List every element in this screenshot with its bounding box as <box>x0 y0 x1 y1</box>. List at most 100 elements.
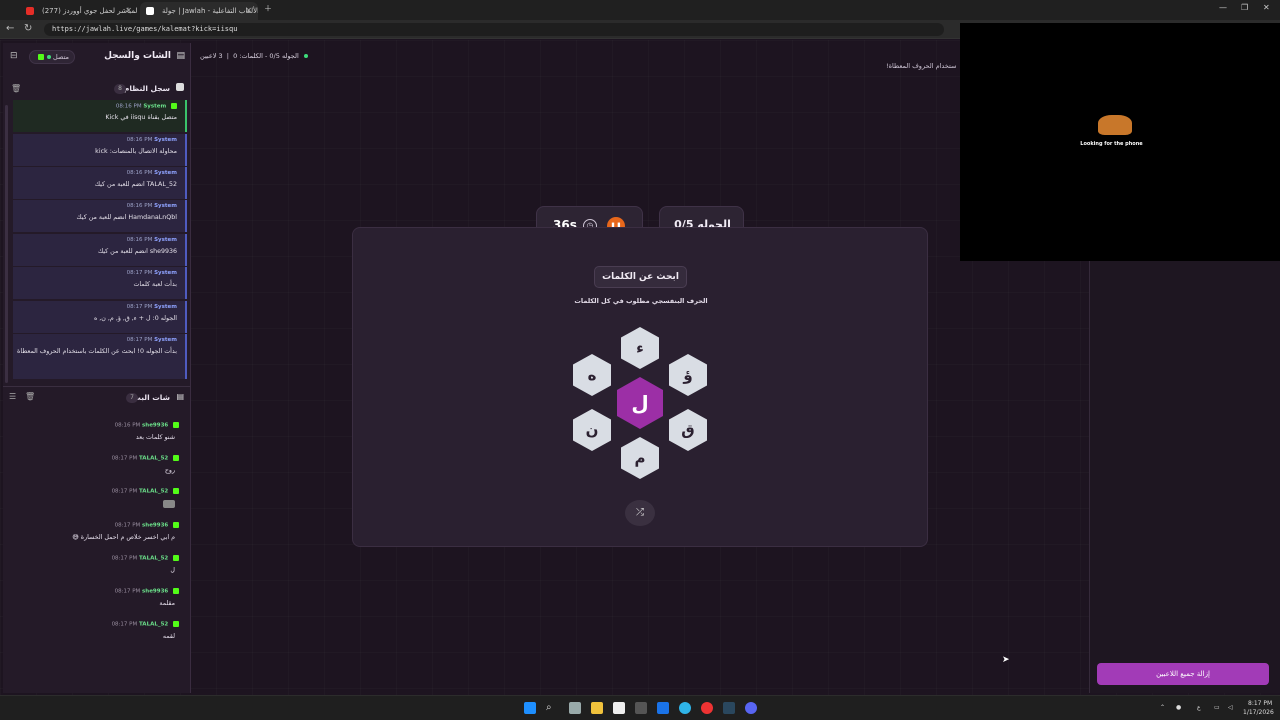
windows-start-icon[interactable] <box>524 702 536 714</box>
chat-bubble-icon: ▤ <box>176 51 185 61</box>
log-entry: 08:16 PM System محاولة الاتصال بالمنصات:… <box>13 134 187 166</box>
kick-icon <box>173 588 179 594</box>
letter-hex[interactable]: ن <box>573 409 611 451</box>
letter-hex[interactable]: ه <box>573 354 611 396</box>
kick-icon <box>173 488 179 494</box>
chat-log-panel: ▤ الشات والسجل متصل ⊟ سجل النظام 8 🗑 08:… <box>3 43 191 693</box>
remove-all-players-button[interactable]: إزالة جميع اللاعبين <box>1097 663 1269 685</box>
browser-tab[interactable]: (277) البث المباشر لحفل جوي أووردز ✕ <box>20 2 138 20</box>
kick-icon <box>173 422 179 428</box>
collapse-panel-icon[interactable]: ⊟ <box>10 51 18 61</box>
chat-message: 08:17 PM TALAL_52 لقمه <box>13 621 187 651</box>
steam-icon[interactable] <box>723 702 735 714</box>
connection-status-badge: متصل <box>29 50 75 64</box>
chat-message: 08:17 PM TALAL_52 <box>13 488 187 518</box>
game-card: ابحث عن الكلمات الحرف البنفسجي مطلوب في … <box>352 227 928 547</box>
youtube-icon <box>26 7 34 15</box>
trash-icon[interactable]: 🗑 <box>11 84 21 93</box>
jawlah-icon <box>146 7 154 15</box>
tab-title: جولة | Jawlah - منصة الألعاب التفاعلية <box>162 7 258 15</box>
chat-message: 08:17 PM she9936 مقلمة <box>13 588 187 618</box>
tray-chevron-icon[interactable]: ⌃ <box>1160 704 1165 711</box>
kick-icon <box>173 621 179 627</box>
video-caption: Looking for the phone <box>1080 141 1143 147</box>
trash-icon[interactable]: 🗑 <box>25 392 35 401</box>
log-entry: 08:17 PM System الجوله 0: ل + ء, ق, ؤ, م… <box>13 301 187 333</box>
chat-message: 08:17 PM TALAL_52 ل <box>13 555 187 585</box>
close-icon[interactable]: ✕ <box>245 2 252 20</box>
settings-icon[interactable] <box>635 702 647 714</box>
clock-date[interactable]: 1/17/2026 <box>1243 709 1274 716</box>
prompt-title: ابحث عن الكلمات <box>594 266 687 288</box>
new-tab-icon[interactable]: ＋ <box>264 3 272 14</box>
log-entry: 08:16 PM System TALAL_52 انضم للعبة من ك… <box>13 167 187 199</box>
mic-icon[interactable]: ● <box>1176 704 1181 711</box>
chat-message: 08:16 PM she9936 شنو كلمات بعد <box>13 422 187 452</box>
online-dot <box>303 54 308 58</box>
language-indicator[interactable]: ع <box>1197 704 1201 711</box>
letter-hex[interactable]: ؤ <box>669 354 707 396</box>
close-icon[interactable]: ✕ <box>125 2 132 20</box>
stream-chat-title: شات البث <box>133 393 170 402</box>
system-log-title: سجل النظام <box>123 84 170 93</box>
game-status-bar: الجوله 0/5 - الكلمات: 0 | 3 لاعبين <box>200 52 308 60</box>
chat-count-badge: 7 <box>126 393 138 403</box>
panel-title: الشات والسجل <box>104 51 171 61</box>
mouse-cursor-icon: ➤ <box>1002 655 1010 665</box>
maximize-icon[interactable]: ❐ <box>1241 3 1248 12</box>
kick-icon <box>171 103 177 109</box>
window-close-icon[interactable]: ✕ <box>1263 3 1270 12</box>
round-words-text: الجوله 0/5 - الكلمات: 0 <box>233 52 299 60</box>
tab-title: (277) البث المباشر لحفل جوي أووردز <box>42 7 138 15</box>
minimize-icon[interactable]: — <box>1219 3 1227 12</box>
log-entry: 08:17 PM System بدأت الجوله 0! ابحث عن ا… <box>13 334 187 379</box>
shuffle-button[interactable]: ⤮ <box>625 500 655 526</box>
log-entry: 08:16 PM System HamdanaLnQbl انضم للعبة … <box>13 200 187 232</box>
cat-image <box>1098 115 1132 135</box>
letter-hex[interactable]: ق <box>669 409 707 451</box>
outlook-icon[interactable] <box>657 702 669 714</box>
edge-icon[interactable] <box>679 702 691 714</box>
info-icon <box>176 83 184 91</box>
log-entry: 08:17 PM System بدأت لعبة كلمات <box>13 267 187 299</box>
volume-icon[interactable]: ◁ <box>1228 704 1233 711</box>
chat-bubble-icon: ▤ <box>176 392 184 401</box>
browser-tabbar: (277) البث المباشر لحفل جوي أووردز ✕ جول… <box>0 0 1280 20</box>
emote-image <box>163 500 175 508</box>
chat-message: 08:17 PM TALAL_52 روح <box>13 455 187 485</box>
letter-hex[interactable]: ء <box>621 327 659 369</box>
taskbar: ⌕ ⌃ ● ع ▭ ◁ 8:17 PM 1/17/2026 <box>0 695 1280 720</box>
panel-header: ▤ الشات والسجل متصل ⊟ <box>3 43 191 71</box>
clock-time[interactable]: 8:17 PM <box>1248 700 1272 707</box>
players-panel <box>1089 261 1280 693</box>
center-letter-hex[interactable]: ل <box>617 377 663 429</box>
log-entry: 08:16 PM System متصل بقناة iisqu في Kick <box>13 100 187 132</box>
letter-hex[interactable]: م <box>621 437 659 479</box>
kick-icon <box>173 555 179 561</box>
log-scrollbar[interactable] <box>5 105 8 383</box>
players-count: 3 لاعبين <box>200 52 223 60</box>
file-explorer-icon[interactable] <box>591 702 603 714</box>
browser-tab-active[interactable]: جولة | Jawlah - منصة الألعاب التفاعلية ✕ <box>140 2 258 20</box>
camera-overlay: Looking for the phone <box>960 23 1280 261</box>
divider <box>3 386 191 387</box>
kick-icon <box>173 455 179 461</box>
search-icon[interactable]: ⌕ <box>546 702 558 714</box>
log-entry: 08:16 PM System she9936 انضم للعبة من كي… <box>13 234 187 266</box>
kick-icon <box>173 522 179 528</box>
network-icon[interactable]: ▭ <box>1214 704 1220 711</box>
online-dot <box>46 55 51 59</box>
reload-icon[interactable]: ↻ <box>24 23 32 34</box>
log-count-badge: 8 <box>114 84 126 94</box>
filter-icon[interactable]: ☰ <box>9 392 16 401</box>
discord-icon[interactable] <box>745 702 757 714</box>
prompt-subtitle: الحرف البنفسجي مطلوب في كل الكلمات <box>574 297 708 305</box>
kick-icon <box>37 54 44 60</box>
chrome-icon[interactable] <box>701 702 713 714</box>
back-icon[interactable]: ← <box>6 23 14 34</box>
store-icon[interactable] <box>613 702 625 714</box>
task-view-icon[interactable] <box>569 702 581 714</box>
url-field[interactable]: https://jawlah.live/games/kalemat?kick=i… <box>44 23 944 36</box>
chat-message: 08:17 PM she9936 م ابي اخسر خلاص م احمل … <box>13 522 187 552</box>
hint-text: ستخدام الحروف المعطاة! <box>886 62 957 70</box>
